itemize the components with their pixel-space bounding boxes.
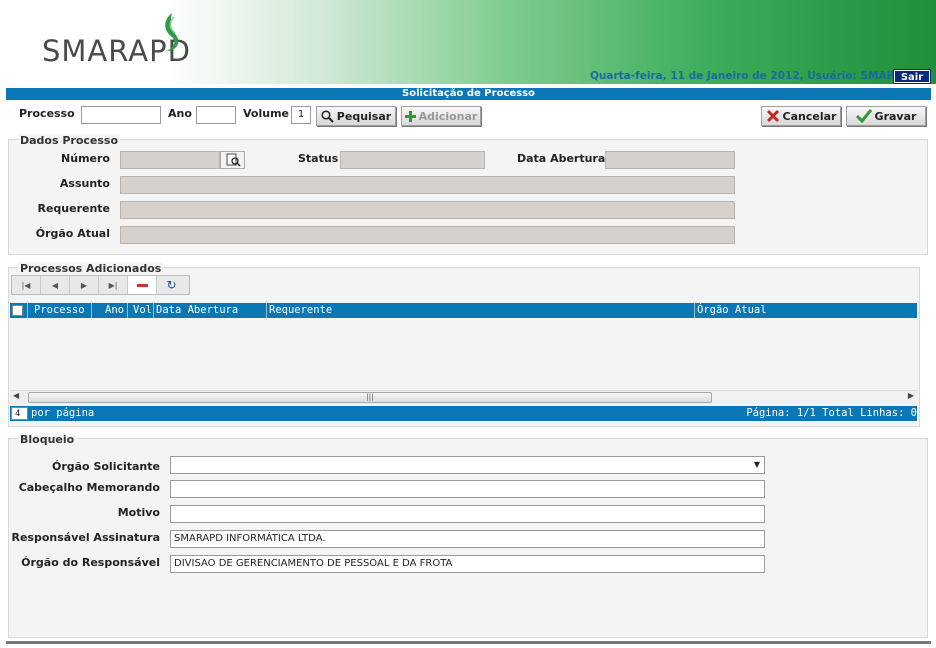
- col-requerente[interactable]: Requerente: [269, 304, 332, 316]
- remove-icon[interactable]: [128, 276, 157, 294]
- scroll-right-icon[interactable]: ▶: [908, 391, 914, 400]
- gravar-label: Gravar: [874, 109, 917, 123]
- col-processo[interactable]: Processo: [34, 304, 85, 316]
- volume-label: Volume: [243, 107, 289, 120]
- grid-body: [10, 318, 917, 390]
- gravar-button[interactable]: Gravar: [846, 106, 926, 126]
- orgao-atual-label: Órgão Atual: [35, 227, 110, 240]
- grid-toolbar: |◀ ◀ ▶ ▶| ↻: [11, 275, 190, 295]
- processos-title: Processos Adicionados: [18, 262, 164, 275]
- per-page-input[interactable]: 4: [11, 407, 28, 420]
- per-page-label: por página: [31, 407, 95, 419]
- orgao-responsavel-label: Órgão do Responsável: [21, 556, 160, 569]
- adicionar-button[interactable]: Adicionar: [401, 106, 481, 126]
- data-abertura-label: Data Abertura: [517, 152, 606, 165]
- refresh-icon[interactable]: ↻: [157, 276, 186, 294]
- col-orgao-atual[interactable]: Órgão Atual: [697, 304, 767, 316]
- prev-page-icon[interactable]: ◀: [41, 276, 70, 294]
- orgao-responsavel-input[interactable]: DIVISAO DE GERENCIAMENTO DE PESSOAL E DA…: [170, 555, 765, 573]
- bloqueio-title: Bloqueio: [18, 433, 77, 446]
- col-vol[interactable]: Vol: [133, 304, 152, 316]
- document-search-icon: [226, 153, 241, 167]
- dados-processo-title: Dados Processo: [18, 134, 121, 147]
- numero-field: [120, 151, 220, 169]
- col-ano[interactable]: Ano: [105, 304, 124, 316]
- session-status: Quarta-feira, 11 de Janeiro de 2012, Usu…: [590, 70, 895, 82]
- first-page-icon[interactable]: |◀: [12, 276, 41, 294]
- checkmark-icon: [855, 109, 872, 123]
- logout-button[interactable]: Sair: [893, 69, 931, 84]
- next-page-icon[interactable]: ▶: [70, 276, 99, 294]
- pesquisar-button[interactable]: Pequisar: [316, 106, 396, 126]
- volume-input[interactable]: 1: [291, 106, 311, 124]
- app-header: SMARAPD Quarta-feira, 11 de Janeiro de 2…: [0, 0, 936, 84]
- responsavel-input[interactable]: SMARAPD INFORMÁTICA LTDA.: [170, 530, 765, 548]
- cancelar-label: Cancelar: [782, 109, 837, 123]
- assunto-label: Assunto: [59, 177, 110, 190]
- dropdown-arrow-icon: ▼: [753, 460, 760, 469]
- magnifier-icon: [321, 109, 334, 123]
- status-label: Status: [298, 152, 339, 165]
- numero-lookup-button[interactable]: [220, 151, 245, 169]
- grid-header: Processo Ano Vol Data Abertura Requerent…: [10, 303, 917, 318]
- select-all-checkbox[interactable]: [12, 305, 23, 316]
- responsavel-label: Responsável Assinatura: [11, 531, 160, 544]
- x-icon: [766, 109, 779, 123]
- requerente-label: Requerente: [37, 202, 110, 215]
- pagination-info: Página: 1/1 Total Linhas: 0: [746, 407, 917, 419]
- orgao-solicitante-select[interactable]: ▼: [170, 456, 765, 474]
- scroll-left-icon[interactable]: ◀: [13, 391, 19, 400]
- scrollbar-thumb[interactable]: |||: [28, 392, 712, 403]
- orgao-solicitante-label: Órgão Solicitante: [51, 460, 160, 473]
- motivo-input[interactable]: [170, 505, 765, 523]
- pesquisar-label: Pequisar: [336, 109, 392, 123]
- page-title: Solicitação de Processo: [6, 88, 931, 100]
- bottom-divider: [6, 641, 931, 644]
- adicionar-label: Adicionar: [418, 109, 478, 123]
- requerente-field: [120, 201, 735, 219]
- motivo-label: Motivo: [117, 506, 160, 519]
- ano-label: Ano: [168, 107, 192, 120]
- cabecalho-label: Cabeçalho Memorando: [18, 481, 160, 494]
- leaf-logo-icon: [165, 13, 179, 51]
- processo-input[interactable]: [81, 106, 161, 124]
- status-field: [340, 151, 485, 169]
- ano-input[interactable]: [196, 106, 236, 124]
- cabecalho-input[interactable]: [170, 480, 765, 498]
- orgao-atual-field: [120, 226, 735, 244]
- numero-label: Número: [61, 152, 110, 165]
- plus-icon: [404, 110, 416, 122]
- grid-footer: 4 por página Página: 1/1 Total Linhas: 0: [10, 406, 917, 421]
- data-abertura-field: [605, 151, 735, 169]
- last-page-icon[interactable]: ▶|: [99, 276, 128, 294]
- assunto-field: [120, 176, 735, 194]
- col-data-abertura[interactable]: Data Abertura: [156, 304, 238, 316]
- horizontal-scrollbar[interactable]: ◀ ||| ▶: [10, 390, 917, 404]
- cancelar-button[interactable]: Cancelar: [761, 106, 841, 126]
- processo-label: Processo: [19, 107, 75, 120]
